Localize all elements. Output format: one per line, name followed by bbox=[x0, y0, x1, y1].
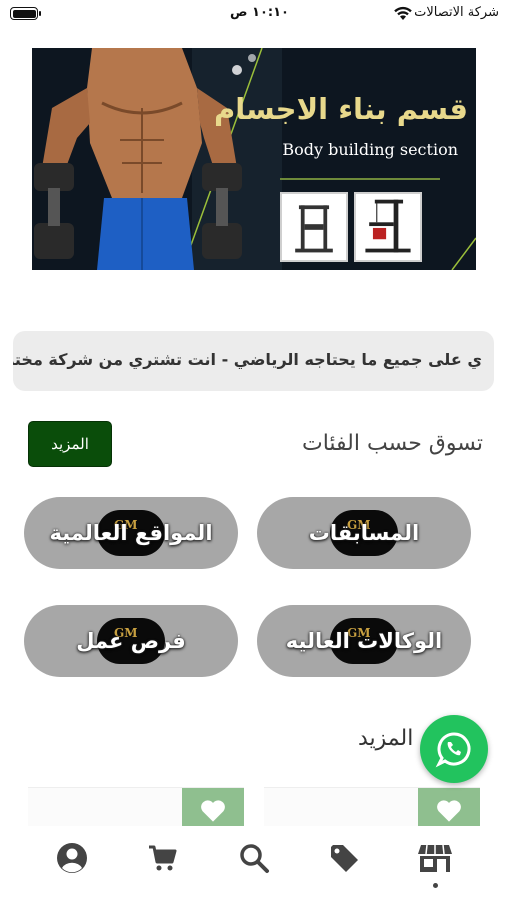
announcement-marquee: ي على جميع ما يحتاجه الرياضي - انت تشتري… bbox=[13, 331, 494, 391]
categories-title: تسوق حسب الفئات bbox=[302, 431, 483, 456]
bottom-navigation bbox=[0, 826, 507, 900]
nav-store[interactable] bbox=[415, 838, 455, 878]
athlete-image bbox=[34, 48, 242, 270]
more-section-title: المزيد bbox=[358, 726, 414, 751]
home-gym-thumbnail bbox=[354, 192, 422, 262]
banner-title-en: Body building section bbox=[282, 140, 458, 159]
category-label: المسابقات bbox=[308, 521, 420, 545]
whatsapp-button[interactable] bbox=[420, 715, 488, 783]
cart-icon bbox=[149, 845, 177, 871]
nav-cart[interactable] bbox=[142, 838, 182, 878]
banner-divider bbox=[280, 178, 440, 180]
category-label: المواقع العالمية bbox=[49, 521, 213, 545]
nav-search[interactable] bbox=[234, 838, 274, 878]
status-bar: شركة الاتصالات ١٠:١٠ ص bbox=[0, 0, 507, 30]
power-tower-thumbnail bbox=[280, 192, 348, 262]
category-job-opportunities[interactable]: GM فرص عمل bbox=[24, 605, 238, 677]
nav-offers[interactable] bbox=[324, 838, 364, 878]
category-label: فرص عمل bbox=[76, 629, 186, 653]
category-global-agencies[interactable]: GM الوكالات العاليه bbox=[257, 605, 471, 677]
battery-icon bbox=[10, 7, 41, 20]
categories-more-button[interactable]: المزيد bbox=[28, 421, 112, 467]
search-icon bbox=[240, 844, 269, 873]
nav-profile[interactable] bbox=[52, 838, 92, 878]
category-global-sites[interactable]: GM المواقع العالمية bbox=[24, 497, 238, 569]
profile-icon bbox=[57, 843, 87, 873]
marquee-text: ي على جميع ما يحتاجه الرياضي - انت تشتري… bbox=[13, 350, 482, 369]
tag-icon bbox=[331, 845, 358, 872]
wifi-icon bbox=[394, 6, 412, 20]
status-time: ١٠:١٠ ص bbox=[230, 5, 289, 20]
active-tab-indicator bbox=[433, 883, 438, 888]
category-competitions[interactable]: GM المسابقات bbox=[257, 497, 471, 569]
banner-title-ar: قسم بناء الاجسام bbox=[214, 92, 468, 126]
store-icon bbox=[418, 844, 452, 872]
carrier-name: شركة الاتصالات bbox=[414, 5, 499, 20]
promo-banner[interactable]: قسم بناء الاجسام Body building section bbox=[32, 48, 476, 270]
whatsapp-icon bbox=[435, 732, 471, 768]
category-label: الوكالات العاليه bbox=[285, 629, 443, 653]
